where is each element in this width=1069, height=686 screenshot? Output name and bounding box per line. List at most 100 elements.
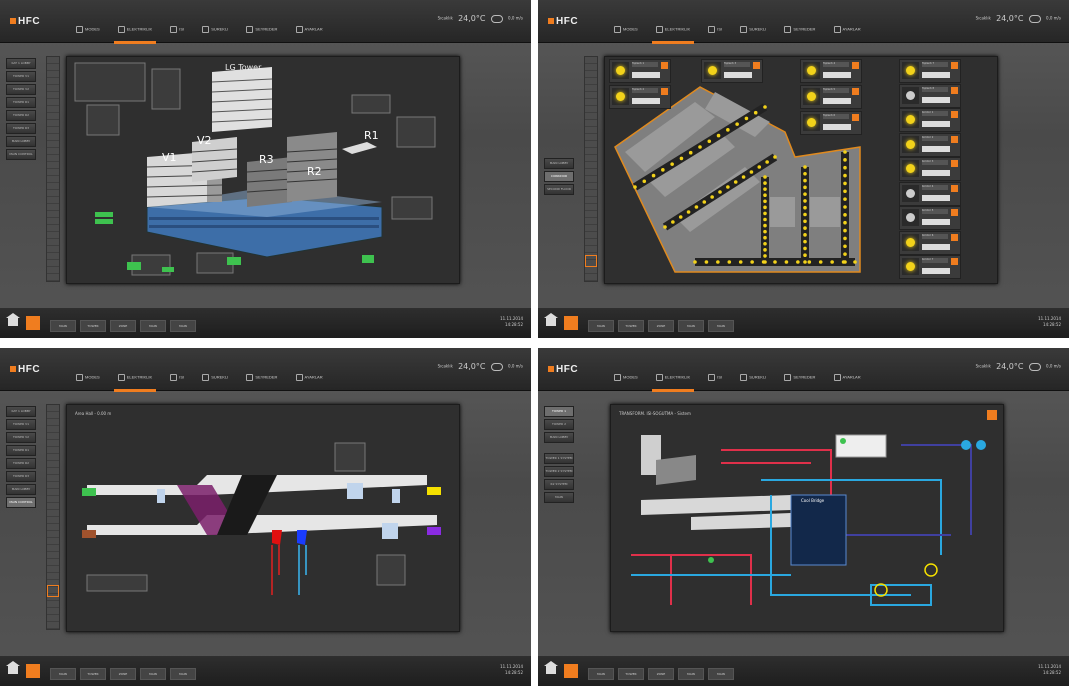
sidebar-item[interactable]: MAIN LOBBY — [6, 136, 36, 147]
lamp-dot[interactable] — [679, 156, 684, 161]
nav-surekli[interactable]: SUREKLI — [736, 371, 770, 384]
task-item[interactable]: MAIN — [678, 320, 704, 332]
light-control-card[interactable]: Toplantı 4 — [800, 59, 862, 83]
nav-seyreder[interactable]: SEYREDER — [780, 371, 819, 384]
dimmer-slider[interactable] — [823, 124, 851, 130]
nav-elektriklik[interactable]: ELEKTRIKLIK — [651, 23, 695, 45]
lamp-dot[interactable] — [803, 212, 807, 217]
sidebar-item[interactable]: MAIN LOBBY — [6, 484, 36, 495]
lamp-dot[interactable] — [796, 260, 800, 264]
cool-bridge-popup[interactable] — [790, 494, 847, 566]
lamp-dot[interactable] — [763, 105, 767, 109]
light-control-card[interactable]: Koridor 7 — [899, 255, 961, 279]
close-button[interactable] — [987, 410, 997, 420]
lamp-dot[interactable] — [741, 175, 746, 179]
nav-seyreder[interactable]: SEYREDER — [780, 23, 819, 36]
dimmer-slider[interactable] — [922, 72, 950, 78]
lamp-dot[interactable] — [843, 213, 847, 217]
light-options-button[interactable] — [852, 114, 859, 121]
lamp-dot[interactable] — [843, 252, 847, 256]
lamp-dot[interactable] — [843, 189, 847, 194]
lamp-dot[interactable] — [853, 260, 857, 264]
lamp-dot[interactable] — [744, 116, 749, 121]
light-control-card[interactable]: Toplantı 8 — [899, 83, 961, 108]
light-control-card[interactable]: Toplantı 5 — [800, 85, 862, 109]
light-options-button[interactable] — [852, 62, 859, 69]
light-options-button[interactable] — [753, 62, 760, 69]
lamp-dot[interactable] — [763, 193, 767, 198]
lamp-dot[interactable] — [803, 205, 807, 210]
light-options-button[interactable] — [951, 111, 958, 118]
lamp-dot[interactable] — [726, 128, 730, 132]
dimmer-slider[interactable] — [922, 268, 950, 274]
lamp-dot[interactable] — [661, 168, 665, 172]
lamp-dot[interactable] — [803, 233, 807, 237]
task-item[interactable]: ZONE — [110, 320, 136, 332]
task-item[interactable]: MAIN — [170, 668, 196, 680]
lamp-dot[interactable] — [843, 228, 847, 233]
sidebar-item[interactable]: TOWER V1 — [6, 71, 36, 82]
lamp-dot[interactable] — [688, 150, 693, 155]
nav-isi[interactable]: ISI — [166, 371, 188, 384]
sidebar-item[interactable]: KAT 1 LOBBY — [6, 406, 36, 417]
light-options-button[interactable] — [951, 86, 958, 94]
lamp-dot[interactable] — [710, 195, 714, 199]
light-options-button[interactable] — [951, 233, 958, 241]
nav-modes[interactable]: MODES — [72, 23, 104, 36]
dimmer-slider[interactable] — [922, 96, 950, 103]
task-item[interactable]: MAIN — [588, 668, 614, 680]
dimmer-slider[interactable] — [724, 72, 752, 78]
lamp-dot[interactable] — [753, 110, 758, 115]
floor-marker[interactable] — [47, 585, 59, 597]
task-item[interactable]: TOWER — [618, 320, 644, 332]
lamp-dot[interactable] — [738, 260, 743, 264]
lamp-dot[interactable] — [843, 220, 847, 225]
sidebar-item[interactable]: TOWER R3 — [6, 123, 36, 134]
lamp-dot[interactable] — [763, 254, 767, 258]
light-options-button[interactable] — [951, 209, 958, 216]
lamp-dot[interactable] — [803, 219, 807, 224]
lamp-dot[interactable] — [670, 162, 674, 166]
lamp-dot[interactable] — [803, 239, 807, 244]
floor-rail[interactable] — [46, 404, 60, 630]
lamp-dot[interactable] — [763, 181, 767, 185]
home-icon[interactable] — [544, 661, 558, 674]
dimmer-slider[interactable] — [632, 72, 660, 78]
sidebar-item[interactable]: TOWER R2 — [6, 458, 36, 469]
light-control-card[interactable]: Koridor 3 — [899, 157, 961, 181]
nav-surekli[interactable]: SUREKLI — [736, 23, 770, 36]
light-control-card[interactable]: Koridor 4 — [899, 181, 961, 206]
lamp-dot[interactable] — [763, 205, 767, 210]
sidebar-item[interactable]: TOWER V2 — [6, 84, 36, 95]
light-options-button[interactable] — [951, 258, 958, 265]
lamp-dot[interactable] — [803, 199, 807, 203]
lamp-dot[interactable] — [663, 225, 667, 229]
nav-isi[interactable]: ISI — [166, 23, 188, 36]
lamp-dot[interactable] — [843, 236, 847, 241]
lamp-dot[interactable] — [843, 260, 847, 264]
nav-elektriklik[interactable]: ELEKTRIKLIK — [651, 371, 695, 393]
nav-elektriklik[interactable]: ELEKTRIKLIK — [113, 23, 157, 45]
sidebar-item[interactable]: TOWER 2 SYSTEM — [544, 466, 574, 477]
lamp-dot[interactable] — [843, 173, 847, 178]
floor-marker[interactable] — [585, 255, 597, 267]
task-item[interactable]: MAIN — [140, 668, 166, 680]
light-control-card[interactable]: Koridor 2 — [899, 132, 961, 157]
lamp-dot[interactable] — [773, 155, 777, 159]
dimmer-slider[interactable] — [632, 98, 660, 104]
lamp-dot[interactable] — [642, 179, 647, 184]
nav-modes[interactable]: MODES — [72, 371, 104, 384]
lamp-dot[interactable] — [803, 185, 807, 190]
sidebar-item[interactable]: TOWER R1 — [6, 97, 36, 108]
nav-modes[interactable]: MODES — [610, 23, 642, 36]
light-options-button[interactable] — [951, 135, 958, 143]
task-item[interactable]: MAIN — [140, 320, 166, 332]
lamp-dot[interactable] — [693, 260, 697, 264]
lamp-dot[interactable] — [763, 241, 767, 246]
lamp-dot[interactable] — [749, 170, 754, 174]
nav-modes[interactable]: MODES — [610, 371, 642, 384]
lamp-dot[interactable] — [843, 158, 847, 162]
sidebar-item[interactable]: R2 SYSTEM — [544, 479, 574, 490]
dimmer-slider[interactable] — [922, 145, 950, 152]
task-item[interactable]: ZONE — [110, 668, 136, 680]
